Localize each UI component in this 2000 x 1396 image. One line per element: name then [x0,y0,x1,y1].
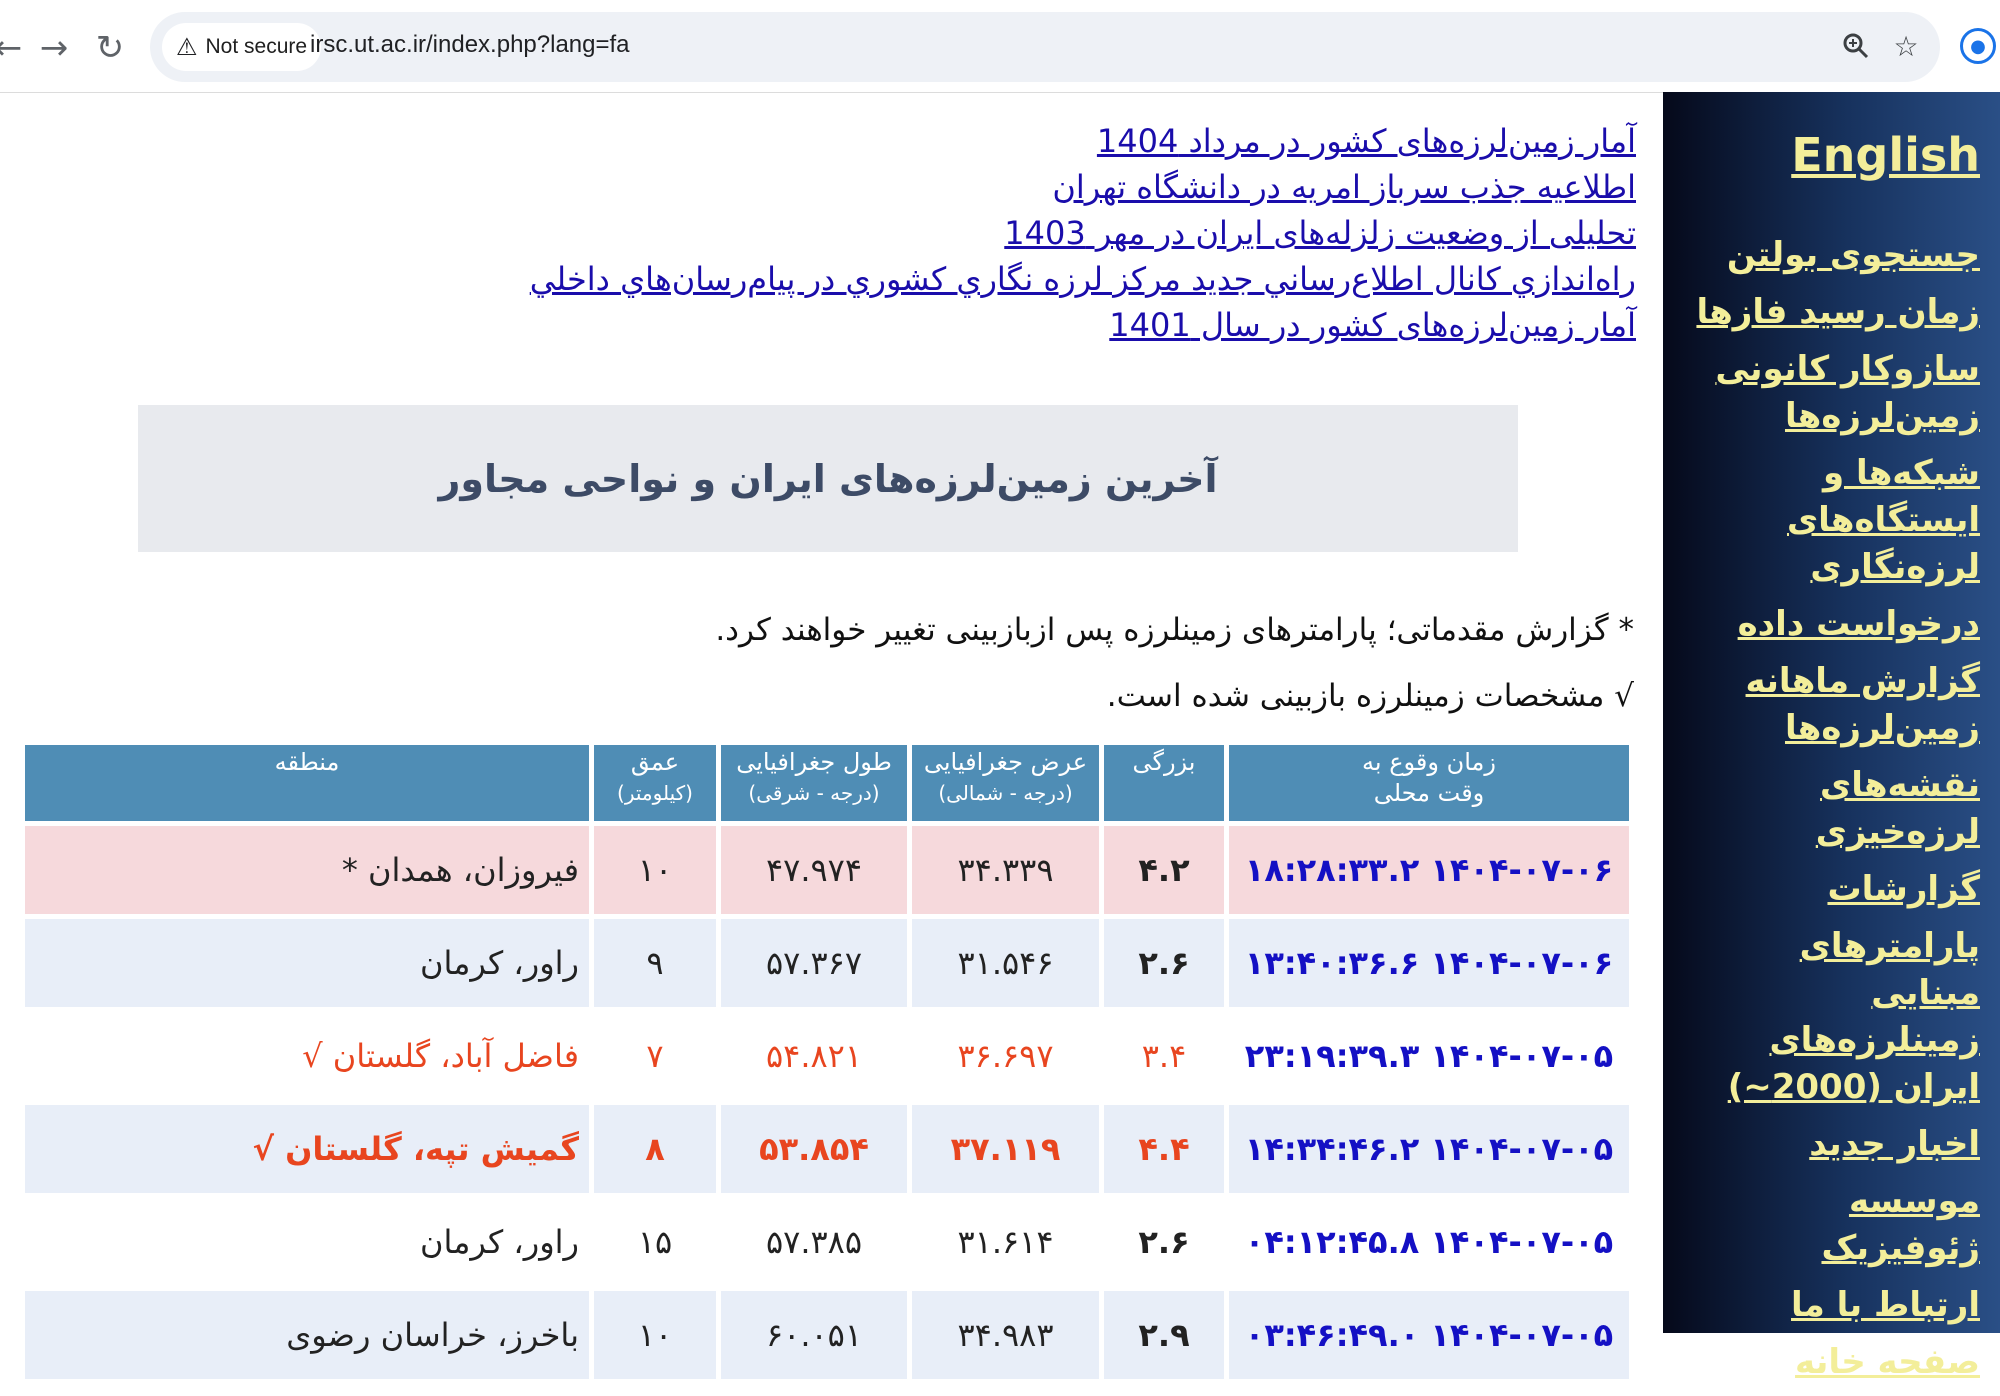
cell-time: ۱۴۰۴-۰۷-۰۶ ۱۸:۲۸:۳۳.۲ [1229,826,1629,914]
cell-depth: ۷ [594,1012,716,1100]
cell-latitude: ۳۱.۵۴۶ [912,919,1099,1007]
header-latitude: عرض جغرافیایی (درجه - شمالی) [912,745,1099,821]
cell-depth: ۸ [594,1105,716,1193]
news-link[interactable]: راه‌اندازي کانال اطلاع‌رساني جديد مرکز ل… [530,256,1636,302]
header-depth-sub: (کیلومتر) [617,781,693,805]
url-text[interactable]: irsc.ut.ac.ir/index.php?lang=fa [310,31,630,59]
table-row[interactable]: ۱۴۰۴-۰۷-۰۵ ۱۴:۳۴:۴۶.۲ ۴.۴ ۳۷.۱۱۹ ۵۳.۸۵۴ … [25,1105,1629,1193]
forward-arrow-icon[interactable]: → [32,26,76,70]
cell-magnitude: ۴.۲ [1104,826,1224,914]
header-longitude: طول جغرافیایی (درجه - شرقی) [721,745,907,821]
sidebar-item-reports[interactable]: گزارشات [1680,866,1980,913]
cell-region: فاضل آباد، گلستان √ [25,1012,589,1100]
cell-magnitude: ۲.۶ [1104,919,1224,1007]
cell-region: فیروزان، همدان * [25,826,589,914]
news-link[interactable]: آمار زمین‌لرزه‌های کشور در مرداد 1404 [530,118,1636,164]
cell-longitude: ۴۷.۹۷۴ [721,826,907,914]
cell-depth: ۱۰ [594,1291,716,1379]
cell-depth: ۱۰ [594,826,716,914]
cell-region: باخرز، خراسان رضوی [25,1291,589,1379]
cell-magnitude: ۴.۴ [1104,1105,1224,1193]
cell-time: ۱۴۰۴-۰۷-۰۵ ۰۳:۴۶:۴۹.۰ [1229,1291,1629,1379]
sidebar-item-home[interactable]: صفحه خانه [1680,1339,1980,1386]
cell-latitude: ۳۶.۶۹۷ [912,1012,1099,1100]
security-indicator[interactable]: ⚠ Not secure [162,23,322,71]
warning-triangle-icon: ⚠ [176,33,198,61]
cell-magnitude: ۲.۹ [1104,1291,1224,1379]
profile-icon[interactable]: ● [1960,28,1996,64]
cell-latitude: ۳۷.۱۱۹ [912,1105,1099,1193]
table-row[interactable]: ۱۴۰۴-۰۷-۰۵ ۲۳:۱۹:۳۹.۳ ۳.۴ ۳۶.۶۹۷ ۵۴.۸۲۱ … [25,1012,1629,1100]
header-region-label: منطقه [274,748,340,776]
english-link[interactable]: English [1791,128,1980,182]
header-time-sub: وقت محلی [1373,779,1485,807]
cell-time: ۱۴۰۴-۰۷-۰۶ ۱۳:۴۰:۳۶.۶ [1229,919,1629,1007]
back-arrow-icon[interactable]: ← [0,26,30,70]
table-row[interactable]: ۱۴۰۴-۰۷-۰۵ ۰۴:۱۲:۴۵.۸ ۲.۶ ۳۱.۶۱۴ ۵۷.۳۸۵ … [25,1198,1629,1286]
cell-time: ۱۴۰۴-۰۷-۰۵ ۰۴:۱۲:۴۵.۸ [1229,1198,1629,1286]
sidebar-item-geophysics-institute[interactable]: موسسه ژئوفیزیک [1680,1178,1980,1272]
table-header-row: زمان وقوع به وقت محلی بزرگی عرض جغرافیای… [25,745,1629,821]
reload-icon[interactable]: ↻ [88,26,132,70]
header-latitude-sub: (درجه - شمالی) [938,781,1073,805]
header-longitude-sub: (درجه - شرقی) [748,781,880,805]
header-magnitude-label: بزرگی [1132,748,1196,776]
cell-magnitude: ۳.۴ [1104,1012,1224,1100]
earthquake-table: زمان وقوع به وقت محلی بزرگی عرض جغرافیای… [20,740,1634,1384]
cell-latitude: ۳۴.۹۸۳ [912,1291,1099,1379]
header-depth: عمق (کیلومتر) [594,745,716,821]
table-row[interactable]: ۱۴۰۴-۰۷-۰۶ ۱۸:۲۸:۳۳.۲ ۴.۲ ۳۴.۳۳۹ ۴۷.۹۷۴ … [25,826,1629,914]
zoom-icon[interactable] [1836,26,1876,66]
star-icon[interactable]: ☆ [1886,26,1926,66]
cell-latitude: ۳۴.۳۳۹ [912,826,1099,914]
header-magnitude: بزرگی [1104,745,1224,821]
news-link[interactable]: اطلاعیه جذب سرباز امریه در دانشگاه تهران [530,164,1636,210]
preliminary-note: * گزارش مقدماتی؛ پارامترهای زمینلرزه پس … [715,612,1634,648]
cell-depth: ۹ [594,919,716,1007]
sidebar-item-contact[interactable]: ارتباط با ما [1680,1282,1980,1329]
table-row[interactable]: ۱۴۰۴-۰۷-۰۵ ۰۳:۴۶:۴۹.۰ ۲.۹ ۳۴.۹۸۳ ۶۰.۰۵۱ … [25,1291,1629,1379]
header-region: منطقه [25,745,589,821]
cell-latitude: ۳۱.۶۱۴ [912,1198,1099,1286]
title-banner: آخرین زمین‌لرزه‌های ایران و نواحی مجاور [138,405,1518,552]
sidebar: English جستجوی بولتن زمان رسید فازها ساز… [1663,92,2000,1382]
sidebar-item-seismicity-maps[interactable]: نقشه‌های لرزه‌خیزی [1680,762,1980,856]
sidebar-item-focal-mechanism[interactable]: سازوکار کانونی زمین‌لرزه‌ها [1680,346,1980,440]
cell-longitude: ۵۳.۸۵۴ [721,1105,907,1193]
address-bar[interactable]: ⚠ Not secure irsc.ut.ac.ir/index.php?lan… [150,12,1940,82]
header-latitude-label: عرض جغرافیایی [923,748,1088,776]
security-label: Not secure [205,35,308,58]
header-time: زمان وقوع به وقت محلی [1229,745,1629,821]
sidebar-item-networks-stations[interactable]: شبکه‌ها و ایستگاه‌های لرزه‌نگاری [1680,450,1980,591]
cell-longitude: ۵۷.۳۶۷ [721,919,907,1007]
cell-time: ۱۴۰۴-۰۷-۰۵ ۱۴:۳۴:۴۶.۲ [1229,1105,1629,1193]
header-depth-label: عمق [630,748,680,776]
cell-longitude: ۵۴.۸۲۱ [721,1012,907,1100]
table-row[interactable]: ۱۴۰۴-۰۷-۰۶ ۱۳:۴۰:۳۶.۶ ۲.۶ ۳۱.۵۴۶ ۵۷.۳۶۷ … [25,919,1629,1007]
cell-region: راور، کرمان [25,919,589,1007]
header-time-label: زمان وقوع به [1362,748,1496,776]
sidebar-item-monthly-report[interactable]: گزارش ماهانه زمین‌لرزه‌ها [1680,658,1980,752]
page-title: آخرین زمین‌لرزه‌های ایران و نواحی مجاور [438,456,1218,501]
browser-toolbar: ← → ↻ ⚠ Not secure irsc.ut.ac.ir/index.p… [0,0,2000,93]
sidebar-item-data-request[interactable]: درخواست داده [1680,601,1980,648]
cell-region: راور، کرمان [25,1198,589,1286]
cell-region: گمیش تپه، گلستان √ [25,1105,589,1193]
sidebar-item-news[interactable]: اخبار جدید [1680,1121,1980,1168]
sidebar-item-bulletin-search[interactable]: جستجوی بولتن [1680,232,1980,279]
news-link[interactable]: تحلیلی از وضعیت زلزله‌های ایران در مهر 1… [530,210,1636,256]
sidebar-item-phase-arrival[interactable]: زمان رسید فازها [1680,289,1980,336]
reviewed-note: √ مشخصات زمینلرزه بازبینی شده است. [1106,678,1634,714]
sidebar-menu: جستجوی بولتن زمان رسید فازها سازوکار کان… [1680,232,1980,1396]
news-link[interactable]: آمار زمین‌لرزه‌های کشور در سال 1401 [530,302,1636,348]
cell-longitude: ۵۷.۳۸۵ [721,1198,907,1286]
news-links: آمار زمین‌لرزه‌های کشور در مرداد 1404 اط… [530,118,1636,348]
sidebar-item-base-parameters[interactable]: پارامترهای مبنایی زمینلرزه‌های ایران (20… [1680,923,1980,1111]
header-longitude-label: طول جغرافیایی [736,748,892,776]
cell-magnitude: ۲.۶ [1104,1198,1224,1286]
cell-depth: ۱۵ [594,1198,716,1286]
cell-longitude: ۶۰.۰۵۱ [721,1291,907,1379]
cell-time: ۱۴۰۴-۰۷-۰۵ ۲۳:۱۹:۳۹.۳ [1229,1012,1629,1100]
